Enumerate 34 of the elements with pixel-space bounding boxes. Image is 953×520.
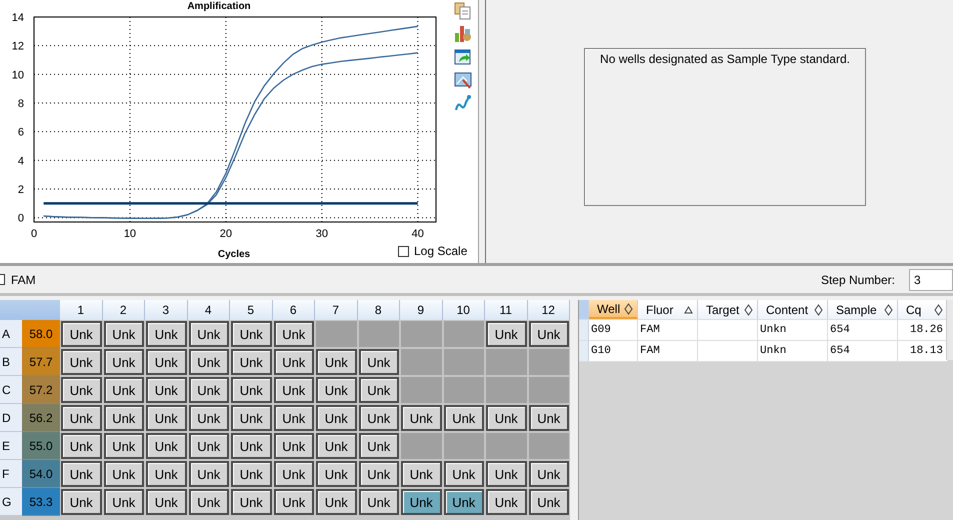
x-tick-label: 30: [316, 228, 328, 240]
table-cell: FAM: [638, 320, 698, 340]
x-tick-label: 40: [412, 228, 424, 240]
table-cell: Unkn: [758, 320, 828, 340]
table-cell: Unkn: [758, 341, 828, 361]
temperature-cell: 54.0: [22, 460, 60, 488]
temperature-cell: 58.0: [22, 320, 60, 348]
table-cell: 654: [828, 341, 898, 361]
y-tick-label: 4: [18, 155, 24, 168]
y-tick-label: 8: [18, 98, 24, 110]
table-cell: FAM: [638, 341, 698, 361]
x-tick-label: 0: [30, 228, 38, 240]
y-tick-label: 6: [18, 126, 24, 139]
temperature-cell: 55.0: [22, 432, 60, 460]
table-cell: 654: [828, 320, 898, 340]
step-number-label: Step Number:: [820, 272, 895, 286]
x-tick-label: 20: [220, 228, 232, 240]
temperature-cell: 57.2: [22, 376, 60, 404]
table-cell: G09: [589, 320, 638, 340]
x-axis-title: Cycles: [218, 249, 250, 260]
temperature-cell: 56.2: [22, 404, 60, 432]
temperature-cell: 53.3: [22, 488, 60, 516]
y-tick-label: 10: [12, 69, 24, 82]
x-tick-label: 10: [124, 228, 136, 240]
no-standard-message: No wells designated as Sample Type standard.: [600, 52, 850, 66]
y-tick-label: 2: [18, 184, 24, 196]
temperature-cell: 57.7: [22, 348, 60, 376]
y-tick-label: 14: [12, 12, 24, 24]
table-cell: G10: [589, 341, 638, 361]
fluor-label: FAM: [11, 272, 36, 286]
y-tick-label: 0: [18, 212, 24, 225]
log-scale-label: Log Scale: [414, 244, 468, 258]
y-tick-label: 12: [12, 40, 24, 53]
chart-title: Amplification: [187, 1, 251, 12]
